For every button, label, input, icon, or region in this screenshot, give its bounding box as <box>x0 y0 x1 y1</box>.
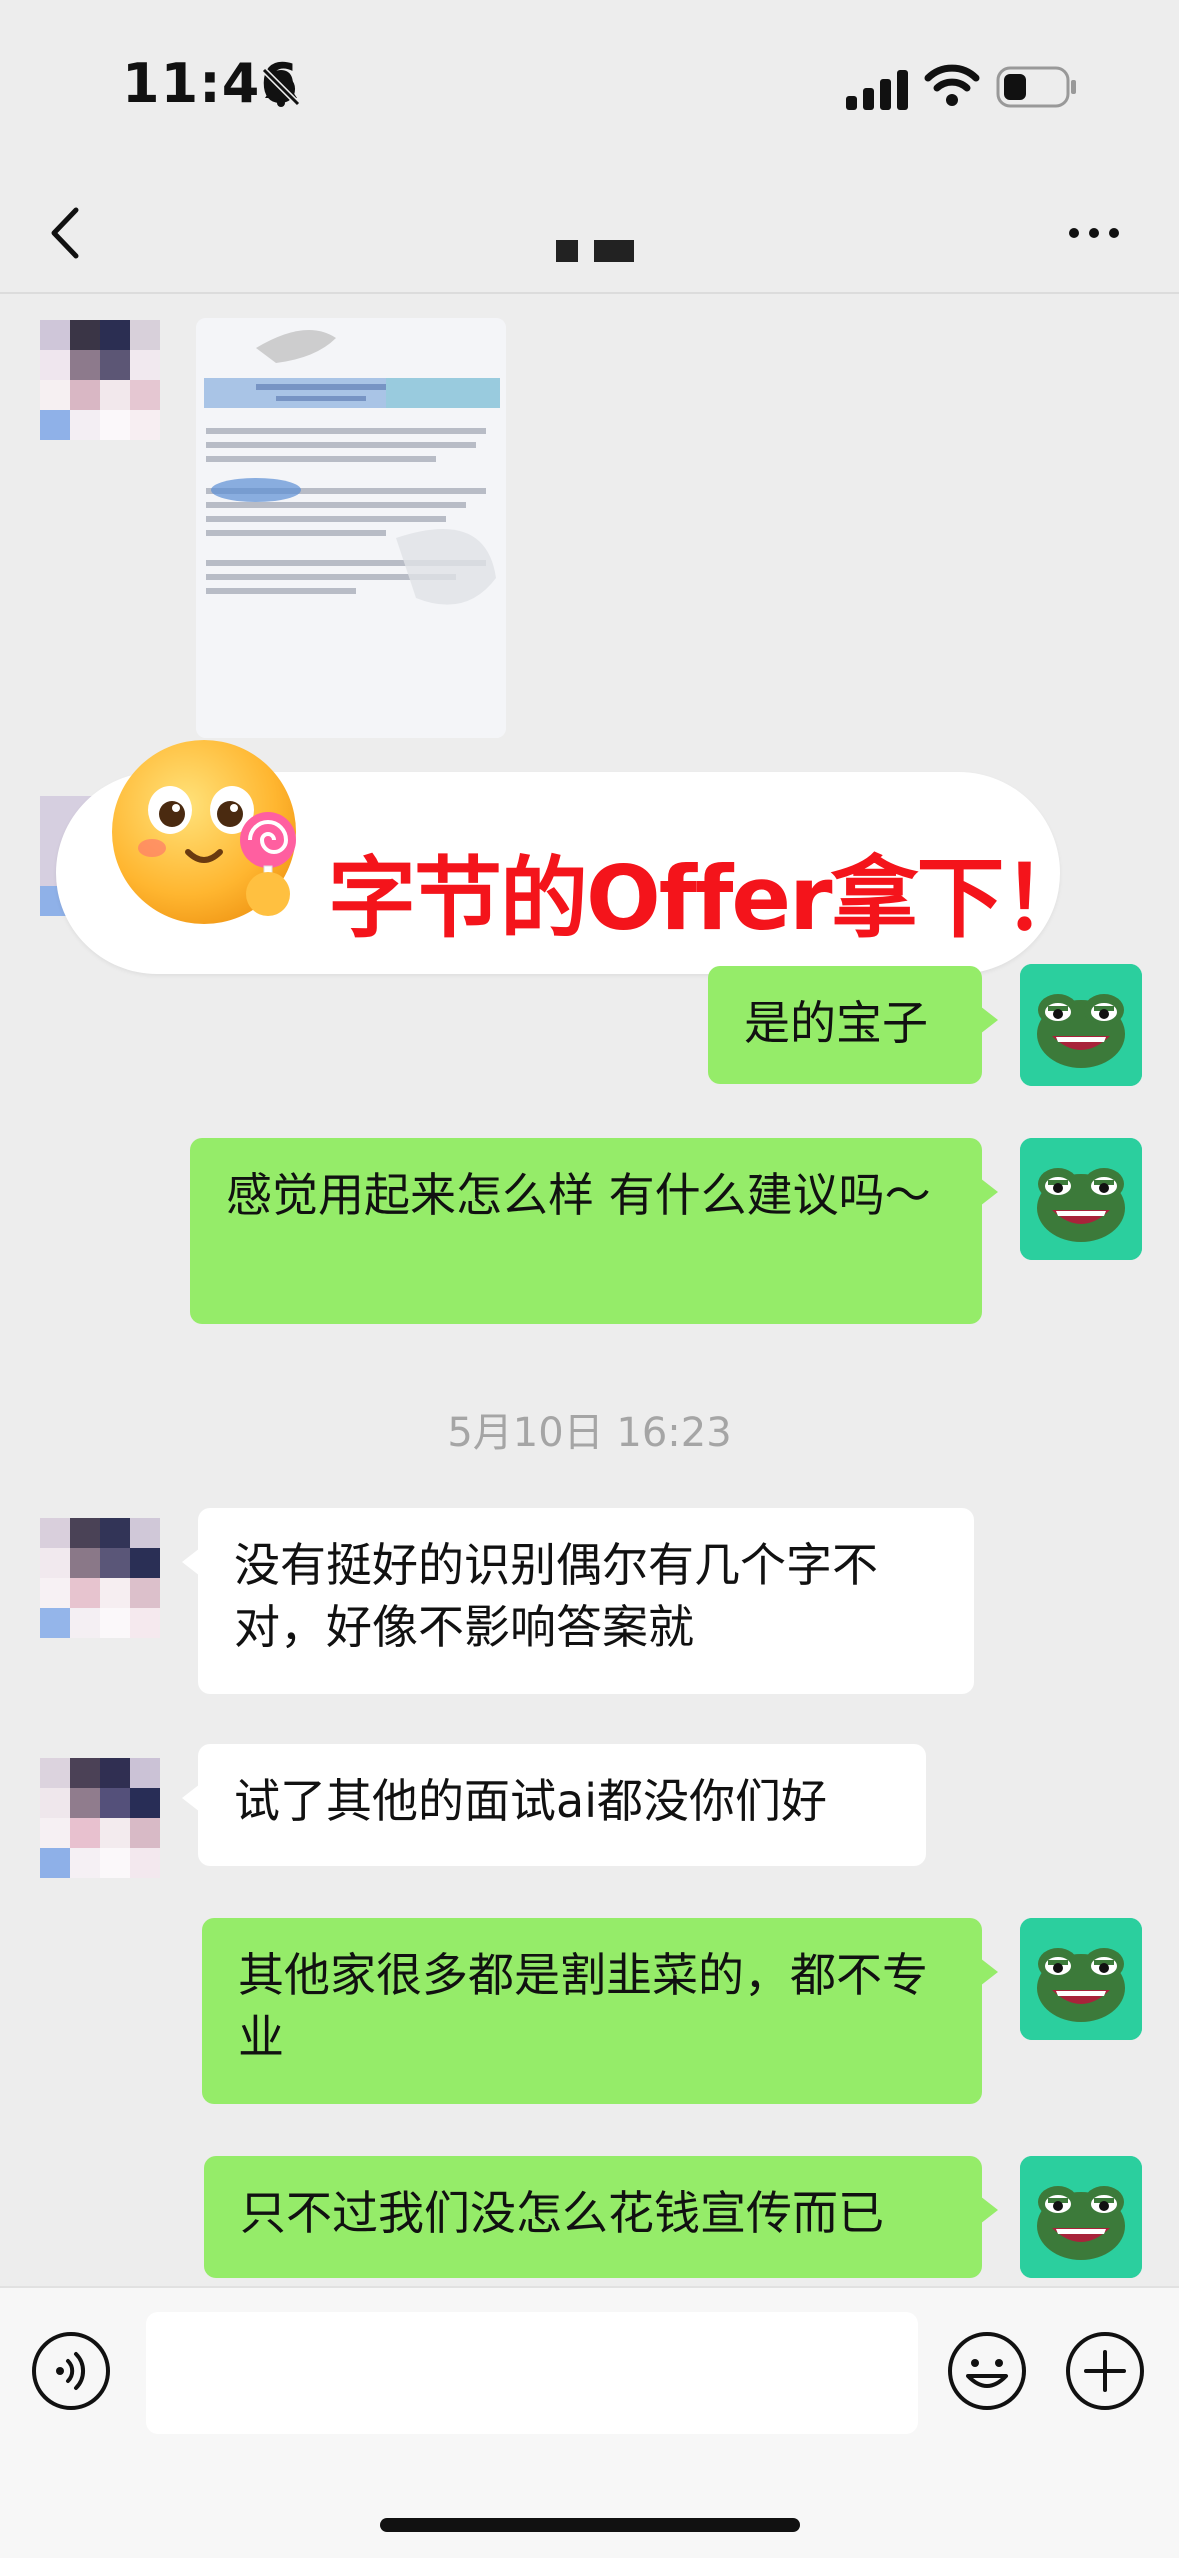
message-bubble-sent[interactable]: 其他家很多都是割韭菜的，都不专业 <box>202 1918 998 2104</box>
message-text: 没有挺好的识别偶尔有几个字不对，好像不影响答案就 <box>234 1538 878 1654</box>
chat-header <box>0 170 1179 294</box>
message-text: 感觉用起来怎么样 有什么建议吗～ <box>226 1168 931 1222</box>
timestamp: 5月10日 16:23 <box>447 1410 732 1456</box>
battery-icon <box>996 66 1076 108</box>
message-text: 是的宝子 <box>744 996 928 1050</box>
signal-icon <box>846 70 908 110</box>
avatar-self[interactable] <box>1020 1918 1142 2040</box>
status-bar: 11:46 <box>0 0 1179 170</box>
more-icon[interactable] <box>1064 218 1124 248</box>
avatar-self[interactable] <box>1020 1138 1142 1260</box>
message-text: 其他家很多都是割韭菜的，都不专业 <box>238 1948 928 2064</box>
input-bar <box>0 2286 1179 2558</box>
voice-icon[interactable] <box>30 2330 112 2412</box>
candy-smiley-icon <box>112 740 296 924</box>
message-bubble-sent[interactable]: 感觉用起来怎么样 有什么建议吗～ <box>190 1138 998 1324</box>
avatar[interactable] <box>40 1758 160 1878</box>
plus-icon[interactable] <box>1064 2330 1146 2412</box>
avatar-self[interactable] <box>1020 964 1142 1086</box>
image-message[interactable] <box>196 318 506 738</box>
message-text: 试了其他的面试ai都没你们好 <box>234 1774 827 1828</box>
message-bubble-received[interactable]: 没有挺好的识别偶尔有几个字不对，好像不影响答案就 <box>182 1508 974 1694</box>
wifi-icon <box>924 64 980 106</box>
emoji-icon[interactable] <box>946 2330 1028 2412</box>
message-text: 只不过我们没怎么花钱宣传而已 <box>240 2186 884 2240</box>
message-bubble-received[interactable]: 试了其他的面试ai都没你们好 <box>182 1744 926 1866</box>
message-bubble-sent[interactable]: 只不过我们没怎么花钱宣传而已 <box>204 2156 998 2278</box>
mute-bell-icon <box>261 67 301 107</box>
avatar[interactable] <box>40 320 160 440</box>
offer-banner-text: 字节的Offer拿下！ <box>328 847 1090 950</box>
avatar[interactable] <box>40 1518 160 1638</box>
image-thumbnail <box>196 318 506 738</box>
home-indicator[interactable] <box>380 2518 800 2532</box>
message-bubble-sent[interactable]: 是的宝子 <box>708 966 998 1084</box>
chat-title-redacted <box>556 240 634 262</box>
back-arrow-icon[interactable] <box>40 198 90 268</box>
message-input[interactable] <box>146 2312 918 2434</box>
avatar-self[interactable] <box>1020 2156 1142 2278</box>
